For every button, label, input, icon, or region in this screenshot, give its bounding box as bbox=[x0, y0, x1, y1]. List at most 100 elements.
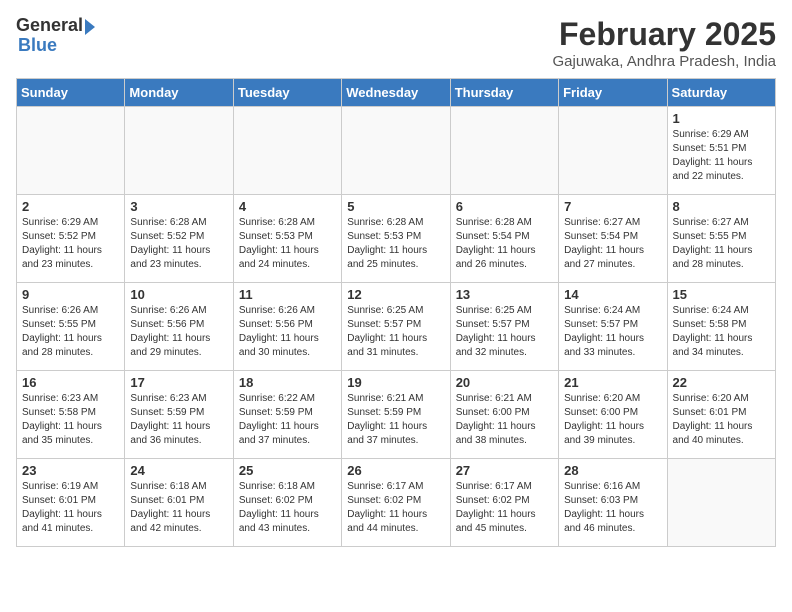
day-info: Sunrise: 6:24 AM Sunset: 5:57 PM Dayligh… bbox=[564, 304, 661, 360]
weekday-header-friday: Friday bbox=[559, 79, 667, 107]
day-info: Sunrise: 6:19 AM Sunset: 6:01 PM Dayligh… bbox=[22, 480, 119, 536]
logo-general-text: General bbox=[16, 16, 83, 36]
day-number: 1 bbox=[673, 111, 770, 126]
day-info: Sunrise: 6:16 AM Sunset: 6:03 PM Dayligh… bbox=[564, 480, 661, 536]
day-number: 24 bbox=[130, 463, 227, 478]
calendar-cell: 1 Sunrise: 6:29 AM Sunset: 5:51 PM Daylig… bbox=[667, 107, 775, 195]
day-number: 17 bbox=[130, 375, 227, 390]
day-info: Sunrise: 6:26 AM Sunset: 5:56 PM Dayligh… bbox=[130, 304, 227, 360]
calendar-cell: 5Sunrise: 6:28 AM Sunset: 5:53 PM Daylig… bbox=[342, 195, 450, 283]
day-number: 18 bbox=[239, 375, 336, 390]
page-header: General Blue February 2025 Gajuwaka, And… bbox=[16, 16, 776, 70]
day-number: 4 bbox=[239, 199, 336, 214]
day-number: 27 bbox=[456, 463, 553, 478]
calendar-cell bbox=[667, 459, 775, 547]
day-number: 3 bbox=[130, 199, 227, 214]
weekday-header-monday: Monday bbox=[125, 79, 233, 107]
location-text: Gajuwaka, Andhra Pradesh, India bbox=[553, 53, 776, 70]
calendar-cell: 6 Sunrise: 6:28 AM Sunset: 5:54 PM Daylig… bbox=[450, 195, 558, 283]
day-info: Sunrise: 6:21 AM Sunset: 5:59 PM Dayligh… bbox=[347, 392, 444, 448]
day-info: Sunrise: 6:23 AM Sunset: 5:59 PM Dayligh… bbox=[130, 392, 227, 448]
day-number: 6 bbox=[456, 199, 553, 214]
calendar-cell: 15 Sunrise: 6:24 AM Sunset: 5:58 PM Dayli… bbox=[667, 283, 775, 371]
calendar-cell bbox=[450, 107, 558, 195]
calendar-cell: 2 Sunrise: 6:29 AM Sunset: 5:52 PM Daylig… bbox=[17, 195, 125, 283]
day-info: Sunrise: 6:28 AM Sunset: 5:54 PM Dayligh… bbox=[456, 216, 553, 272]
day-info: Sunrise: 6:20 AM Sunset: 6:00 PM Dayligh… bbox=[564, 392, 661, 448]
logo-blue-text: Blue bbox=[18, 35, 57, 55]
calendar-cell: 26Sunrise: 6:17 AM Sunset: 6:02 PM Dayli… bbox=[342, 459, 450, 547]
week-row-2: 9Sunrise: 6:26 AM Sunset: 5:55 PM Daylig… bbox=[17, 283, 776, 371]
weekday-header-tuesday: Tuesday bbox=[233, 79, 341, 107]
day-number: 22 bbox=[673, 375, 770, 390]
day-info: Sunrise: 6:21 AM Sunset: 6:00 PM Dayligh… bbox=[456, 392, 553, 448]
calendar-cell: 9Sunrise: 6:26 AM Sunset: 5:55 PM Daylig… bbox=[17, 283, 125, 371]
day-number: 9 bbox=[22, 287, 119, 302]
day-info: Sunrise: 6:29 AM Sunset: 5:52 PM Dayligh… bbox=[22, 216, 119, 272]
week-row-3: 16 Sunrise: 6:23 AM Sunset: 5:58 PM Dayli… bbox=[17, 371, 776, 459]
calendar-table: SundayMondayTuesdayWednesdayThursdayFrid… bbox=[16, 78, 776, 547]
day-number: 12 bbox=[347, 287, 444, 302]
day-info: Sunrise: 6:20 AM Sunset: 6:01 PM Dayligh… bbox=[673, 392, 770, 448]
day-info: Sunrise: 6:26 AM Sunset: 5:56 PM Dayligh… bbox=[239, 304, 336, 360]
day-info: Sunrise: 6:25 AM Sunset: 5:57 PM Dayligh… bbox=[456, 304, 553, 360]
calendar-cell: 27Sunrise: 6:17 AM Sunset: 6:02 PM Dayli… bbox=[450, 459, 558, 547]
calendar-cell: 3 Sunrise: 6:28 AM Sunset: 5:52 PM Daylig… bbox=[125, 195, 233, 283]
day-number: 13 bbox=[456, 287, 553, 302]
day-info: Sunrise: 6:22 AM Sunset: 5:59 PM Dayligh… bbox=[239, 392, 336, 448]
calendar-cell: 8 Sunrise: 6:27 AM Sunset: 5:55 PM Daylig… bbox=[667, 195, 775, 283]
day-number: 19 bbox=[347, 375, 444, 390]
calendar-cell: 22 Sunrise: 6:20 AM Sunset: 6:01 PM Dayli… bbox=[667, 371, 775, 459]
calendar-cell: 4 Sunrise: 6:28 AM Sunset: 5:53 PM Daylig… bbox=[233, 195, 341, 283]
day-info: Sunrise: 6:28 AM Sunset: 5:53 PM Dayligh… bbox=[239, 216, 336, 272]
day-info: Sunrise: 6:18 AM Sunset: 6:02 PM Dayligh… bbox=[239, 480, 336, 536]
day-info: Sunrise: 6:27 AM Sunset: 5:54 PM Dayligh… bbox=[564, 216, 661, 272]
calendar-cell: 11Sunrise: 6:26 AM Sunset: 5:56 PM Dayli… bbox=[233, 283, 341, 371]
day-number: 7 bbox=[564, 199, 661, 214]
week-row-4: 23 Sunrise: 6:19 AM Sunset: 6:01 PM Dayli… bbox=[17, 459, 776, 547]
calendar-cell: 12Sunrise: 6:25 AM Sunset: 5:57 PM Dayli… bbox=[342, 283, 450, 371]
weekday-header-thursday: Thursday bbox=[450, 79, 558, 107]
day-info: Sunrise: 6:18 AM Sunset: 6:01 PM Dayligh… bbox=[130, 480, 227, 536]
calendar-cell: 14 Sunrise: 6:24 AM Sunset: 5:57 PM Dayli… bbox=[559, 283, 667, 371]
calendar-cell bbox=[559, 107, 667, 195]
day-number: 21 bbox=[564, 375, 661, 390]
calendar-cell bbox=[125, 107, 233, 195]
day-number: 23 bbox=[22, 463, 119, 478]
day-info: Sunrise: 6:23 AM Sunset: 5:58 PM Dayligh… bbox=[22, 392, 119, 448]
calendar-cell: 28 Sunrise: 6:16 AM Sunset: 6:03 PM Dayli… bbox=[559, 459, 667, 547]
calendar-cell: 19 Sunrise: 6:21 AM Sunset: 5:59 PM Dayli… bbox=[342, 371, 450, 459]
day-number: 14 bbox=[564, 287, 661, 302]
day-number: 16 bbox=[22, 375, 119, 390]
calendar-cell: 7 Sunrise: 6:27 AM Sunset: 5:54 PM Daylig… bbox=[559, 195, 667, 283]
day-number: 8 bbox=[673, 199, 770, 214]
day-number: 2 bbox=[22, 199, 119, 214]
day-info: Sunrise: 6:28 AM Sunset: 5:52 PM Dayligh… bbox=[130, 216, 227, 272]
calendar-cell: 24 Sunrise: 6:18 AM Sunset: 6:01 PM Dayli… bbox=[125, 459, 233, 547]
calendar-cell bbox=[17, 107, 125, 195]
title-block: February 2025 Gajuwaka, Andhra Pradesh, … bbox=[553, 16, 776, 70]
month-title: February 2025 bbox=[553, 16, 776, 53]
calendar-cell: 18 Sunrise: 6:22 AM Sunset: 5:59 PM Dayli… bbox=[233, 371, 341, 459]
calendar-cell: 20 Sunrise: 6:21 AM Sunset: 6:00 PM Dayli… bbox=[450, 371, 558, 459]
logo-arrow-icon bbox=[85, 19, 95, 35]
day-number: 15 bbox=[673, 287, 770, 302]
calendar-cell bbox=[233, 107, 341, 195]
calendar-cell: 10Sunrise: 6:26 AM Sunset: 5:56 PM Dayli… bbox=[125, 283, 233, 371]
day-number: 20 bbox=[456, 375, 553, 390]
calendar-cell: 25Sunrise: 6:18 AM Sunset: 6:02 PM Dayli… bbox=[233, 459, 341, 547]
day-info: Sunrise: 6:27 AM Sunset: 5:55 PM Dayligh… bbox=[673, 216, 770, 272]
day-info: Sunrise: 6:29 AM Sunset: 5:51 PM Dayligh… bbox=[673, 128, 770, 184]
weekday-header-row: SundayMondayTuesdayWednesdayThursdayFrid… bbox=[17, 79, 776, 107]
week-row-0: 1 Sunrise: 6:29 AM Sunset: 5:51 PM Daylig… bbox=[17, 107, 776, 195]
day-info: Sunrise: 6:17 AM Sunset: 6:02 PM Dayligh… bbox=[347, 480, 444, 536]
calendar-cell: 17 Sunrise: 6:23 AM Sunset: 5:59 PM Dayli… bbox=[125, 371, 233, 459]
day-number: 5 bbox=[347, 199, 444, 214]
weekday-header-sunday: Sunday bbox=[17, 79, 125, 107]
day-info: Sunrise: 6:24 AM Sunset: 5:58 PM Dayligh… bbox=[673, 304, 770, 360]
calendar-cell bbox=[342, 107, 450, 195]
weekday-header-wednesday: Wednesday bbox=[342, 79, 450, 107]
calendar-cell: 23 Sunrise: 6:19 AM Sunset: 6:01 PM Dayli… bbox=[17, 459, 125, 547]
calendar-cell: 16 Sunrise: 6:23 AM Sunset: 5:58 PM Dayli… bbox=[17, 371, 125, 459]
day-number: 28 bbox=[564, 463, 661, 478]
